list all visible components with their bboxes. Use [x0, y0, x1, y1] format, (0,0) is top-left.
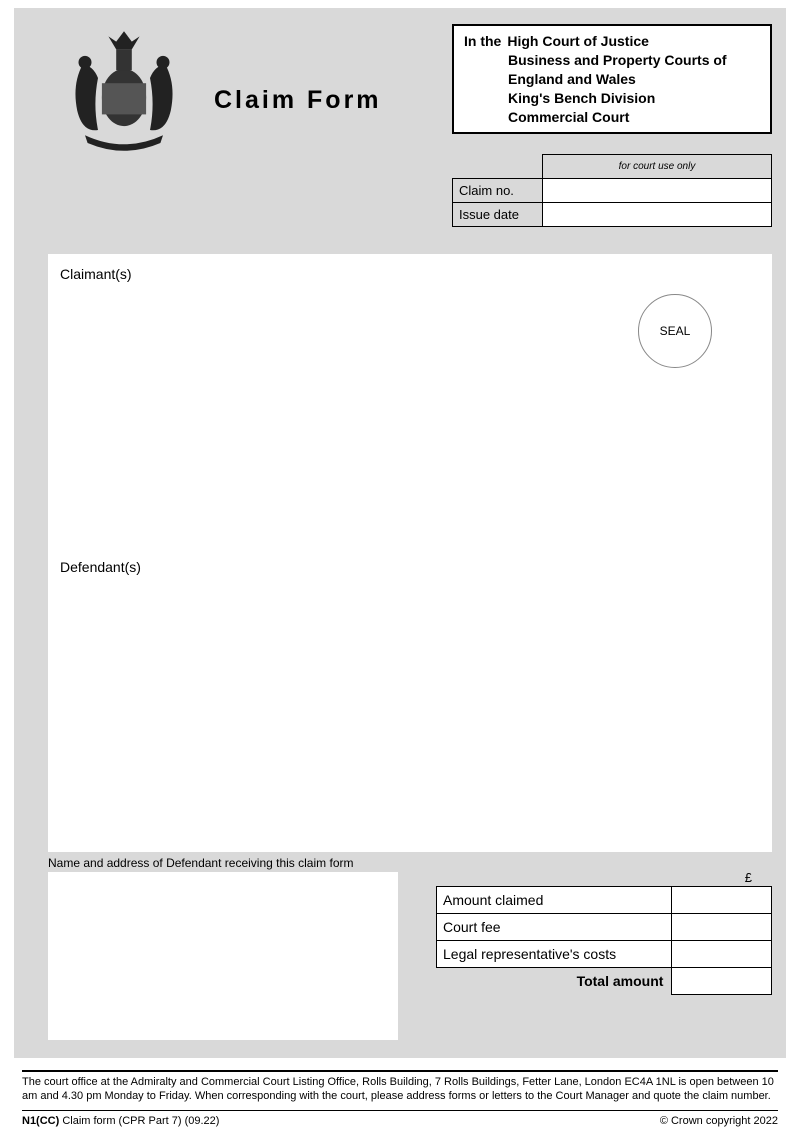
claim-no-label: Claim no. — [453, 179, 543, 203]
legal-costs-field[interactable] — [672, 941, 772, 968]
defendant-receiving-label: Name and address of Defendant receiving … — [48, 856, 353, 870]
claimant-label: Claimant(s) — [60, 266, 132, 282]
currency-label: £ — [745, 870, 752, 885]
court-header-box: In the High Court of Justice Business an… — [452, 24, 772, 134]
claim-form-page: Claim Form In the High Court of Justice … — [14, 8, 786, 1058]
total-amount-label: Total amount — [437, 968, 672, 995]
claim-no-field[interactable] — [543, 179, 772, 203]
royal-crest-icon — [59, 26, 189, 156]
for-court-use-label: for court use only — [543, 155, 772, 179]
court-line3: King's Bench Division — [508, 89, 760, 108]
footer-office-text: The court office at the Admiralty and Co… — [22, 1076, 778, 1104]
legal-costs-label: Legal representative's costs — [437, 941, 672, 968]
defendant-label: Defendant(s) — [60, 559, 141, 575]
claim-meta-table: for court use only Claim no. Issue date — [452, 154, 772, 227]
seal-placeholder-icon: SEAL — [638, 294, 712, 368]
defendant-receiving-field[interactable] — [48, 872, 398, 1040]
total-amount-field[interactable] — [672, 968, 772, 995]
court-fee-field[interactable] — [672, 914, 772, 941]
form-description: Claim form (CPR Part 7) (09.22) — [59, 1115, 219, 1127]
amounts-table: Amount claimed Court fee Legal represent… — [436, 886, 772, 995]
amount-claimed-label: Amount claimed — [437, 887, 672, 914]
form-code: N1(CC) — [22, 1115, 59, 1127]
court-line1: High Court of Justice — [507, 32, 649, 51]
court-line2: Business and Property Courts of England … — [508, 51, 760, 89]
court-line4: Commercial Court — [508, 108, 760, 127]
copyright: © Crown copyright 2022 — [660, 1115, 778, 1129]
court-fee-label: Court fee — [437, 914, 672, 941]
footer: The court office at the Admiralty and Co… — [22, 1070, 778, 1128]
issue-date-label: Issue date — [453, 203, 543, 227]
issue-date-field[interactable] — [543, 203, 772, 227]
parties-panel: Claimant(s) Defendant(s) SEAL — [48, 254, 772, 852]
form-title: Claim Form — [214, 86, 382, 115]
amount-claimed-field[interactable] — [672, 887, 772, 914]
in-the-label: In the — [464, 32, 501, 51]
